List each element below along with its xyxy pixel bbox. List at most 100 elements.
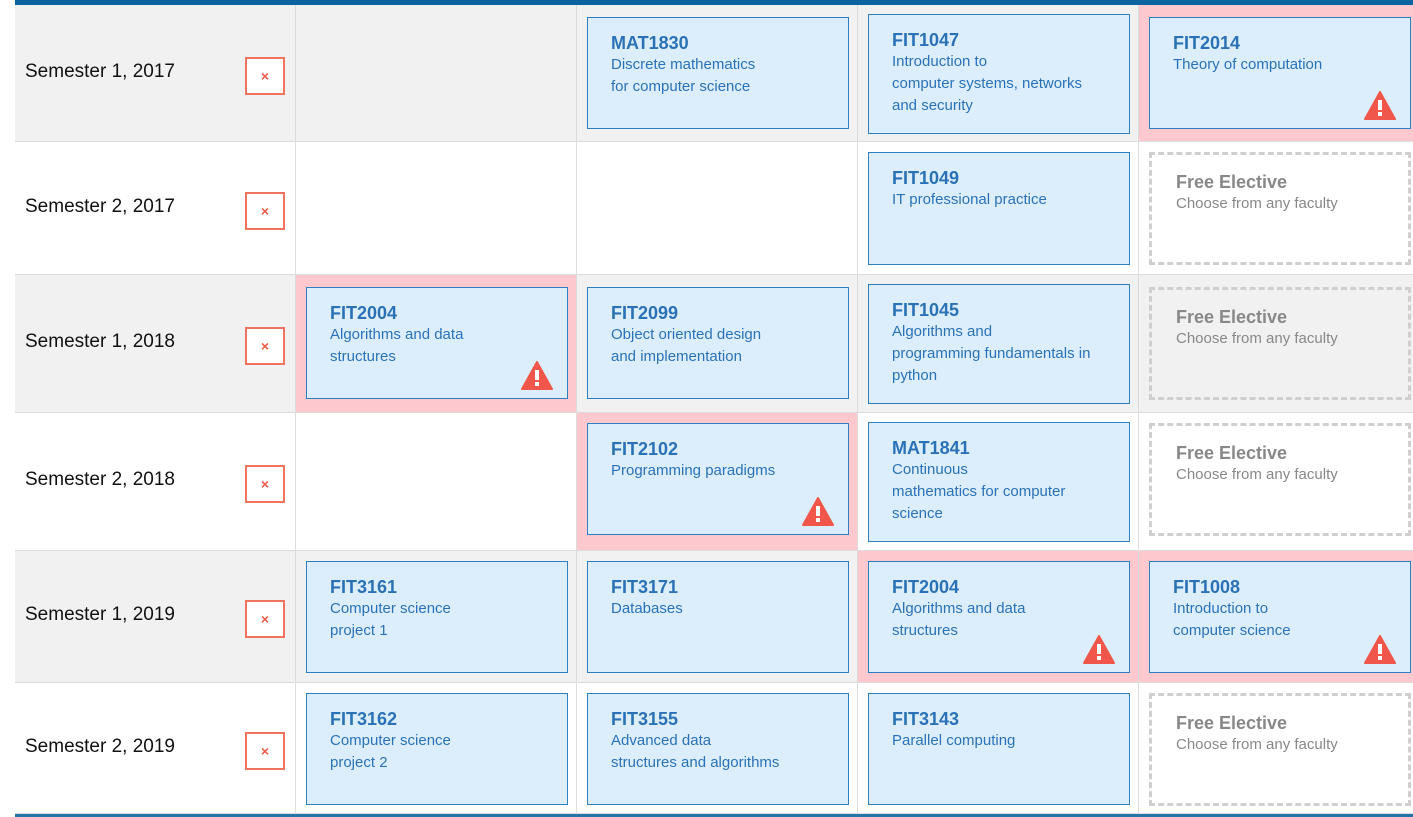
semester-row: Semester 2, 2017 × FIT1049 IT professional … [15, 142, 1413, 275]
unit-slot[interactable] [295, 413, 576, 550]
unit-slot: FIT2004 Algorithms and data structures [857, 551, 1138, 682]
unit-name-line: computer systems, networks [892, 75, 1083, 92]
elective-hint: Choose from any faculty [1176, 736, 1338, 753]
unit-code: MAT1841 [892, 438, 970, 458]
unit-card[interactable]: FIT3162 Computer science project 2 [306, 693, 568, 805]
unit-name-line: science [892, 505, 943, 522]
unit-code: FIT3161 [330, 577, 398, 597]
free-elective-card[interactable]: Free Elective Choose from any faculty [1149, 693, 1411, 806]
unit-slot: FIT3161 Computer science project 1 [295, 551, 576, 682]
unit-card[interactable]: FIT2102 Programming paradigms [587, 423, 849, 535]
unit-slot: Free Elective Choose from any faculty [1138, 275, 1413, 412]
unit-slot: FIT2004 Algorithms and data structures [295, 275, 576, 412]
semester-label: Semester 2, 2018 [25, 469, 175, 490]
unit-card[interactable]: FIT2004 Algorithms and data structures [306, 287, 568, 399]
unit-slot: Free Elective Choose from any faculty [1138, 683, 1413, 813]
unit-code: FIT1049 [892, 168, 960, 188]
unit-slot: FIT1049 IT professional practice [857, 142, 1138, 274]
remove-semester-button[interactable]: × [245, 600, 285, 638]
unit-name-line: Introduction to [1173, 600, 1269, 617]
unit-name-line: Databases [611, 600, 683, 617]
unit-slot: FIT2099 Object oriented design and impleme… [576, 275, 857, 412]
remove-semester-button[interactable]: × [245, 327, 285, 365]
unit-card[interactable]: FIT1045 Algorithms and programming fundame… [868, 284, 1130, 404]
unit-card[interactable]: FIT3143 Parallel computing [868, 693, 1130, 805]
semester-label: Semester 1, 2018 [25, 331, 175, 352]
free-elective-card[interactable]: Free Elective Choose from any faculty [1149, 152, 1411, 265]
unit-card[interactable]: MAT1841 Continuous mathematics for compute… [868, 422, 1130, 542]
unit-card[interactable]: FIT2099 Object oriented design and impleme… [587, 287, 849, 399]
unit-code: MAT1830 [611, 33, 689, 53]
unit-name-line: Algorithms and data [892, 600, 1026, 617]
unit-card[interactable]: FIT1047 Introduction to computer systems, … [868, 14, 1130, 134]
semester-label: Semester 1, 2017 [25, 60, 175, 82]
unit-code: FIT3143 [892, 709, 960, 729]
warning-icon [1083, 635, 1115, 664]
remove-semester-button[interactable]: × [245, 191, 285, 230]
unit-name-line: Advanced data [611, 732, 712, 749]
warning-icon [802, 497, 834, 526]
unit-slot: FIT2014 Theory of computation [1138, 5, 1413, 141]
unit-name-line: Computer science [330, 732, 451, 749]
unit-card[interactable]: FIT1049 IT professional practice [868, 152, 1130, 265]
unit-card[interactable]: FIT3155 Advanced data structures and algor… [587, 693, 849, 805]
warning-icon [521, 361, 553, 390]
unit-name-line: and implementation [611, 348, 742, 365]
semester-row: Semester 2, 2019 × FIT3162 Computer science… [15, 683, 1413, 814]
unit-name-line: IT professional practice [892, 191, 1047, 208]
unit-slot: FIT1047 Introduction to computer systems, … [857, 5, 1138, 141]
unit-slot: FIT1008 Introduction to computer science [1138, 551, 1413, 682]
semester-label: Semester 2, 2019 [25, 735, 175, 757]
unit-slot: MAT1830 Discrete mathematics for computer … [576, 5, 857, 141]
unit-card[interactable]: FIT2004 Algorithms and data structures [868, 561, 1130, 673]
elective-title: Free Elective [1176, 307, 1288, 327]
unit-card[interactable]: FIT3171 Databases [587, 561, 849, 673]
elective-hint: Choose from any faculty [1176, 195, 1338, 212]
unit-card[interactable]: FIT2014 Theory of computation [1149, 17, 1411, 129]
unit-name-line: Algorithms and data [330, 326, 464, 343]
unit-name-line: Programming paradigms [611, 462, 776, 479]
elective-title: Free Elective [1176, 172, 1288, 192]
unit-name-line: project 1 [330, 622, 388, 639]
elective-title: Free Elective [1176, 443, 1288, 463]
remove-semester-button[interactable]: × [245, 465, 285, 503]
unit-slot: FIT1045 Algorithms and programming fundame… [857, 275, 1138, 412]
unit-card[interactable]: FIT1008 Introduction to computer science [1149, 561, 1411, 673]
unit-slot: FIT2102 Programming paradigms [576, 413, 857, 550]
semester-row: Semester 2, 2018 × FIT2102 Programming para… [15, 413, 1413, 551]
unit-card[interactable]: MAT1830 Discrete mathematics for computer … [587, 17, 849, 129]
unit-name-line: Continuous [892, 461, 968, 478]
unit-code: FIT1047 [892, 30, 960, 50]
unit-code: FIT2014 [1173, 33, 1241, 53]
unit-slot: FIT3143 Parallel computing [857, 683, 1138, 813]
unit-name-line: for computer science [611, 78, 751, 95]
elective-title: Free Elective [1176, 713, 1288, 733]
unit-name-line: Object oriented design [611, 326, 762, 343]
unit-name-line: Theory of computation [1173, 56, 1323, 73]
unit-code: FIT2102 [611, 439, 679, 459]
unit-code: FIT1045 [892, 300, 960, 320]
unit-slot: FIT3162 Computer science project 2 [295, 683, 576, 813]
unit-slot[interactable] [576, 142, 857, 274]
unit-name-line: python [892, 367, 938, 384]
remove-semester-button[interactable]: × [245, 731, 285, 770]
unit-code: FIT3171 [611, 577, 679, 597]
remove-semester-button[interactable]: × [245, 56, 285, 95]
unit-name-line: mathematics for computer [892, 483, 1066, 500]
unit-name-line: Computer science [330, 600, 451, 617]
semester-row: Semester 1, 2017 × MAT1830 Discrete mathema… [15, 5, 1413, 142]
unit-name-line: programming fundamentals in [892, 345, 1091, 362]
unit-code: FIT1008 [1173, 577, 1241, 597]
unit-name-line: structures and algorithms [611, 754, 780, 771]
unit-name-line: Discrete mathematics [611, 56, 756, 73]
unit-code: FIT2004 [330, 303, 398, 323]
unit-card[interactable]: FIT3161 Computer science project 1 [306, 561, 568, 673]
unit-slot[interactable] [295, 5, 576, 141]
free-elective-card[interactable]: Free Elective Choose from any faculty [1149, 423, 1411, 536]
unit-slot: Free Elective Choose from any faculty [1138, 142, 1413, 274]
semester-row: Semester 1, 2018 × FIT2004 Algorithms and d… [15, 275, 1413, 413]
unit-code: FIT2004 [892, 577, 960, 597]
unit-slot[interactable] [295, 142, 576, 274]
unit-name-line: Parallel computing [892, 732, 1016, 749]
free-elective-card[interactable]: Free Elective Choose from any faculty [1149, 287, 1411, 400]
